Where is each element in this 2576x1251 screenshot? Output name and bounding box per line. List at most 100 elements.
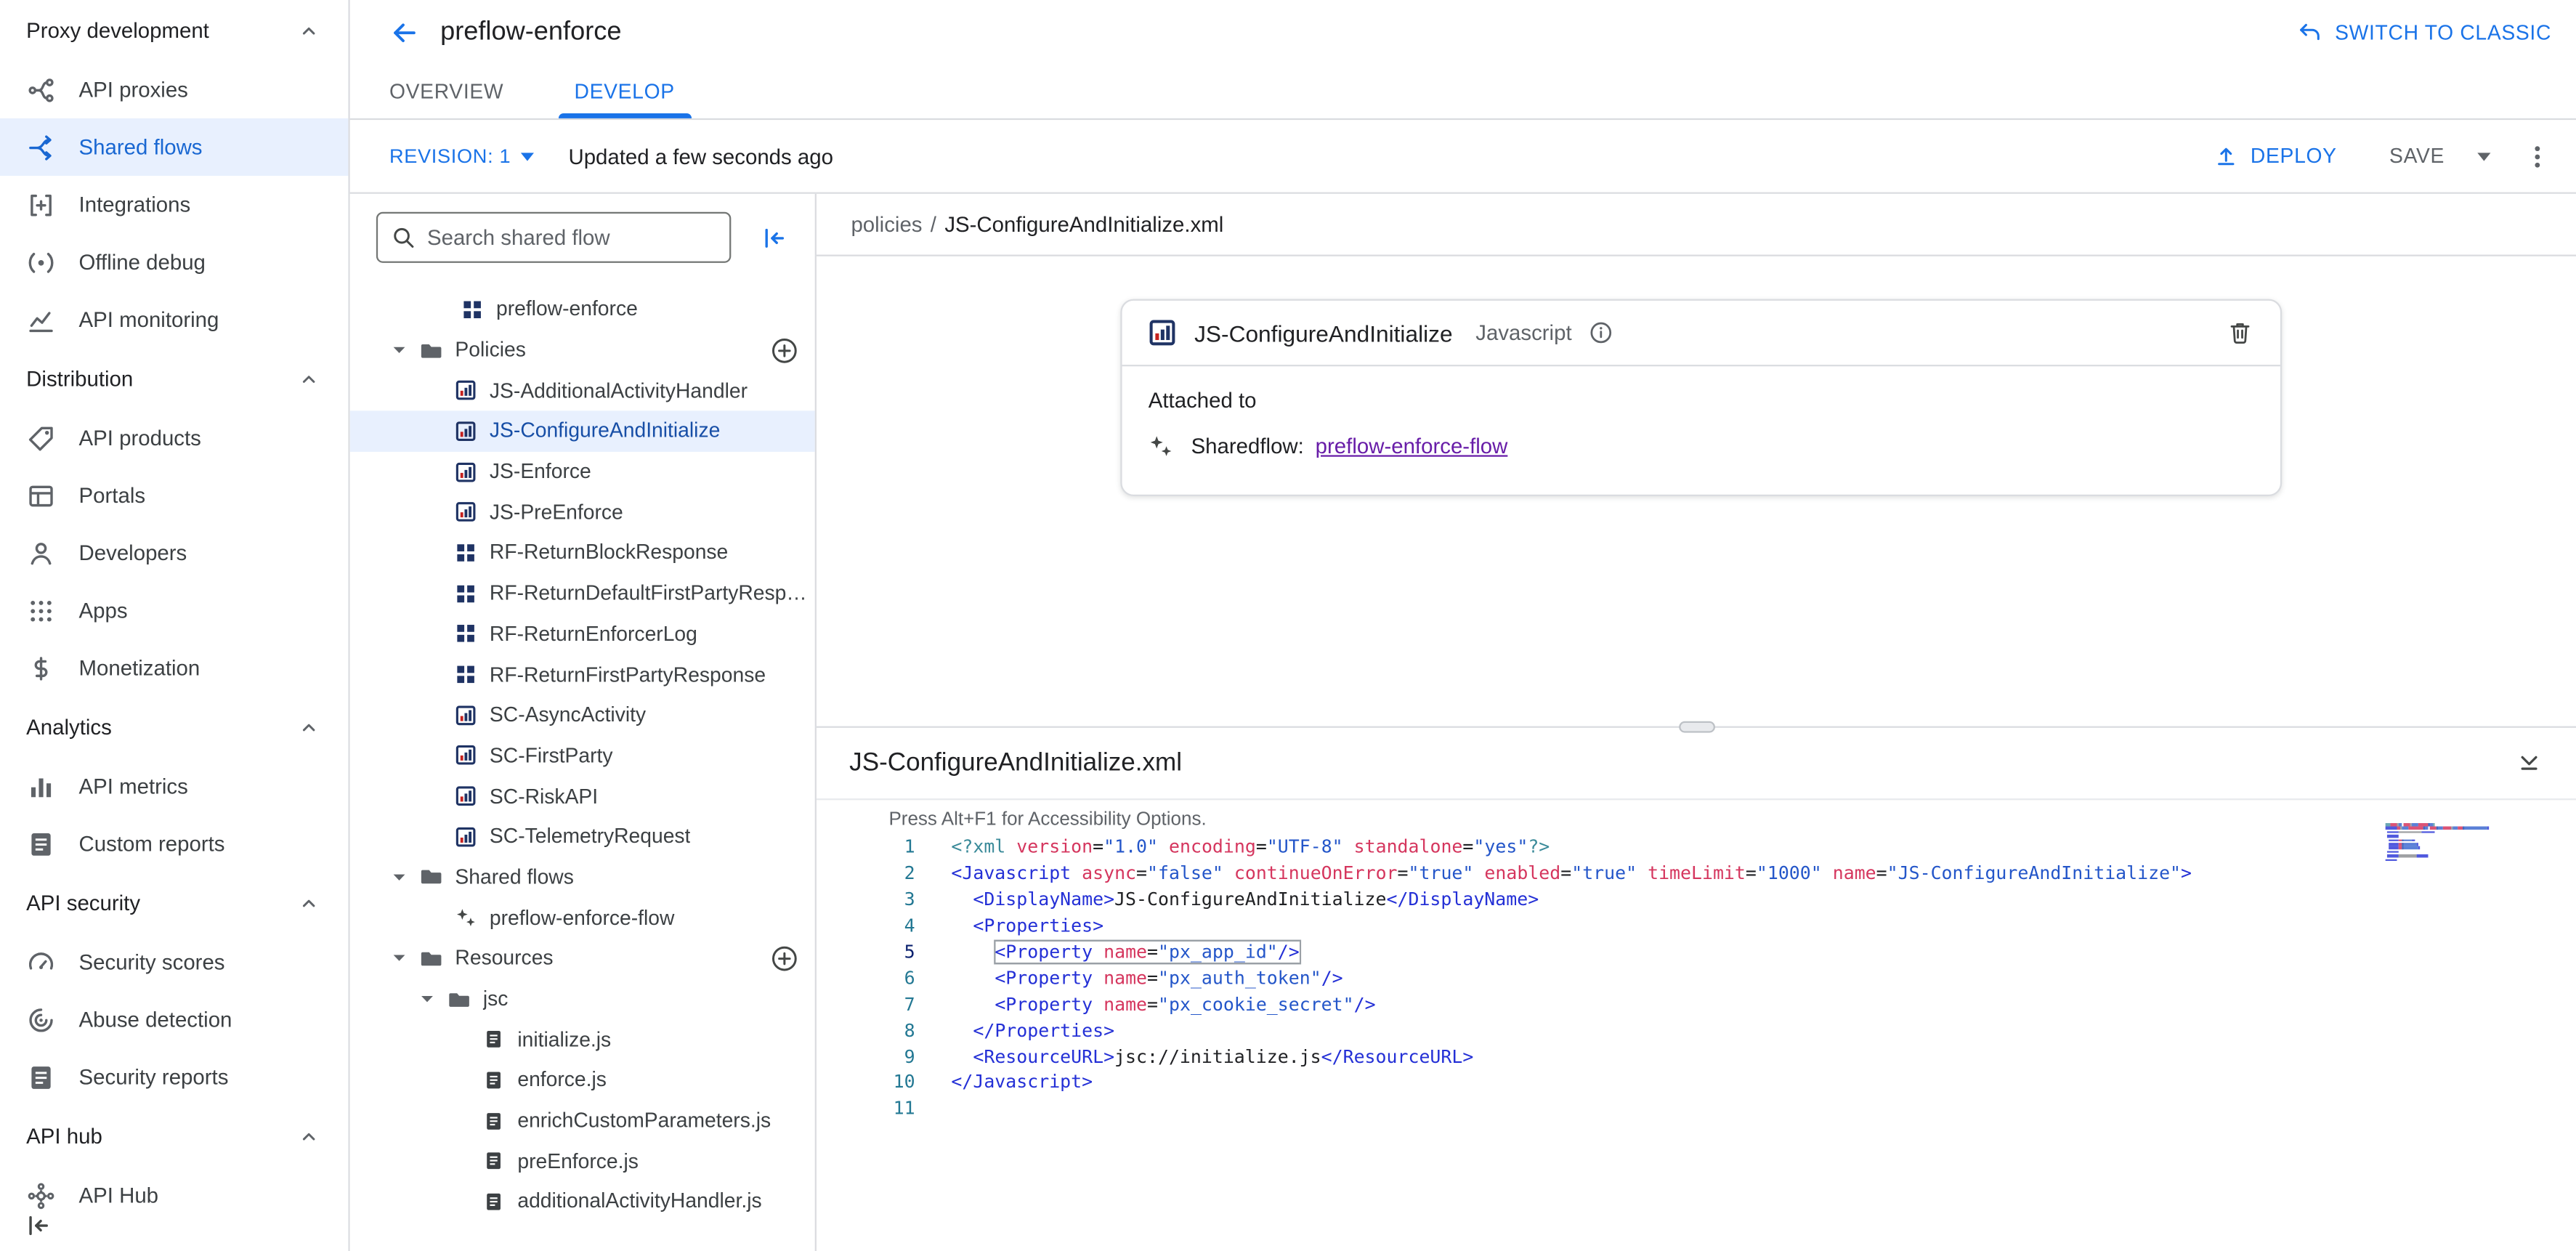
- policy-card-title: JS-ConfigureAndInitialize: [1194, 320, 1453, 346]
- delete-policy-button[interactable]: [2226, 319, 2253, 347]
- code-editor[interactable]: Press Alt+F1 for Accessibility Options. …: [817, 800, 2576, 1251]
- tree-item-sc-firstparty[interactable]: SC-FirstParty: [350, 735, 815, 776]
- code-line-1[interactable]: 1<?xml version="1.0" encoding="UTF-8" st…: [817, 835, 2576, 861]
- tree-item-preflow-enforce-flow[interactable]: preflow-enforce-flow: [350, 897, 815, 938]
- line-text: </Javascript>: [951, 1072, 1093, 1093]
- tree-item-label: initialize.js: [517, 1028, 611, 1051]
- tree-item-js-enforce[interactable]: JS-Enforce: [350, 451, 815, 492]
- code-line-4[interactable]: 4 <Properties>: [817, 913, 2576, 939]
- add-resources-button[interactable]: [771, 944, 798, 972]
- code-line-10[interactable]: 10</Javascript>: [817, 1069, 2576, 1096]
- tree-item-resources[interactable]: Resources: [350, 938, 815, 979]
- sidebar-item-portals[interactable]: Portals: [0, 466, 348, 524]
- tree-item-sc-telemetryrequest[interactable]: SC-TelemetryRequest: [350, 817, 815, 857]
- more-menu-button[interactable]: [2524, 143, 2550, 169]
- sharedflow-link[interactable]: preflow-enforce-flow: [1316, 434, 1508, 458]
- tree-item-rf-returnfirstpartyresponse[interactable]: RF-ReturnFirstPartyResponse: [350, 654, 815, 695]
- tree-item-preflow-enforce[interactable]: preflow-enforce: [350, 289, 815, 330]
- line-text: <?xml version="1.0" encoding="UTF-8" sta…: [951, 837, 1550, 858]
- tree-item-sc-asyncactivity[interactable]: SC-AsyncActivity: [350, 695, 815, 735]
- tree-item-js-additionalactivityhandler[interactable]: JS-AdditionalActivityHandler: [350, 371, 815, 411]
- tree-item-rf-returnenforcerlog[interactable]: RF-ReturnEnforcerLog: [350, 614, 815, 655]
- tree-item-initialize-js[interactable]: initialize.js: [350, 1019, 815, 1060]
- policy-icon: [455, 705, 476, 726]
- tree-item-jsc[interactable]: jsc: [350, 979, 815, 1019]
- sidebar-item-label: Security scores: [79, 950, 225, 974]
- tree-item-js-preenforce[interactable]: JS-PreEnforce: [350, 492, 815, 533]
- code-line-3[interactable]: 3 <DisplayName>JS-ConfigureAndInitialize…: [817, 887, 2576, 913]
- code-line-9[interactable]: 9 <ResourceURL>jsc://initialize.js</Reso…: [817, 1043, 2576, 1069]
- sidebar-item-abuse-detection[interactable]: Abuse detection: [0, 991, 348, 1048]
- sidebar-item-label: API proxies: [79, 77, 188, 102]
- collapse-explorer-button[interactable]: [759, 222, 789, 252]
- page-header: preflow-enforce SWITCH TO CLASSIC: [350, 0, 2576, 65]
- code-line-2[interactable]: 2<Javascript async="false" continueOnErr…: [817, 861, 2576, 887]
- policy-card-header: JS-ConfigureAndInitialize Javascript: [1122, 301, 2280, 366]
- tree-item-label: JS-AdditionalActivityHandler: [490, 379, 748, 402]
- nav-section-header-api-hub[interactable]: API hub: [0, 1106, 348, 1167]
- sidebar-item-security-reports[interactable]: Security reports: [0, 1048, 348, 1106]
- sidebar-item-api-products[interactable]: API products: [0, 409, 348, 466]
- nav-section-header-api-security[interactable]: API security: [0, 873, 348, 934]
- tree-item-label: SC-FirstParty: [490, 744, 613, 767]
- tab-develop[interactable]: DEVELOP: [558, 65, 692, 118]
- tree-item-sc-riskapi[interactable]: SC-RiskAPI: [350, 776, 815, 817]
- sidebar-item-api-monitoring[interactable]: API monitoring: [0, 291, 348, 348]
- collapse-sidebar-icon[interactable]: [23, 1210, 53, 1240]
- line-text: <ResourceURL>jsc://initialize.js</Resour…: [951, 1046, 1473, 1067]
- selection-highlight: <Property name="px_app_id"/>: [995, 942, 1299, 963]
- code-line-7[interactable]: 7 <Property name="px_cookie_secret"/>: [817, 991, 2576, 1017]
- nav-section-analytics: AnalyticsAPI metricsCustom reports: [0, 697, 348, 873]
- apps-icon: [26, 596, 56, 626]
- nav-section-header-distribution[interactable]: Distribution: [0, 348, 348, 409]
- code-line-5[interactable]: 5 <Property name="px_app_id"/>: [817, 939, 2576, 965]
- sidebar-item-apps[interactable]: Apps: [0, 582, 348, 639]
- collapse-editor-button[interactable]: [2515, 749, 2543, 777]
- tree-item-enforce-js[interactable]: enforce.js: [350, 1060, 815, 1101]
- left-nav: Proxy development API proxies Shared flows…: [0, 0, 350, 1251]
- tabs-row: OVERVIEW DEVELOP: [350, 65, 2576, 120]
- sidebar-item-shared-flows[interactable]: Shared flows: [0, 118, 348, 176]
- split-drag-handle[interactable]: [1678, 721, 1714, 733]
- sidebar-item-custom-reports[interactable]: Custom reports: [0, 815, 348, 873]
- code-line-8[interactable]: 8 </Properties>: [817, 1017, 2576, 1043]
- tree-item-additionalactivityhandler-js[interactable]: additionalActivityHandler.js: [350, 1181, 815, 1222]
- tree-item-shared-flows[interactable]: Shared flows: [350, 857, 815, 898]
- sidebar-item-security-scores[interactable]: Security scores: [0, 934, 348, 991]
- api-products-icon: [26, 423, 56, 453]
- minimap[interactable]: [2386, 823, 2498, 866]
- nav-section-header-analytics[interactable]: Analytics: [0, 697, 348, 758]
- tab-overview[interactable]: OVERVIEW: [373, 65, 520, 118]
- deploy-label: DEPLOY: [2251, 145, 2337, 168]
- sidebar-item-monetization[interactable]: Monetization: [0, 639, 348, 697]
- back-arrow-icon[interactable]: [389, 18, 419, 48]
- revision-selector[interactable]: REVISION: 1: [389, 145, 534, 168]
- sidebar-item-api-proxies[interactable]: API proxies: [0, 61, 348, 118]
- deploy-button[interactable]: DEPLOY: [2213, 143, 2337, 169]
- code-line-6[interactable]: 6 <Property name="px_auth_token"/>: [817, 965, 2576, 992]
- tree-item-enrichcustomparameters-js[interactable]: enrichCustomParameters.js: [350, 1101, 815, 1141]
- sidebar-item-offline-debug[interactable]: Offline debug: [0, 233, 348, 291]
- tree-item-js-configureandinitialize[interactable]: JS-ConfigureAndInitialize: [350, 411, 815, 452]
- sidebar-item-integrations[interactable]: Integrations: [0, 176, 348, 233]
- sidebar-item-developers[interactable]: Developers: [0, 524, 348, 581]
- tree-item-rf-returndefaultfirstpartyresponse[interactable]: RF-ReturnDefaultFirstPartyResponse: [350, 573, 815, 614]
- breadcrumb-section[interactable]: policies: [851, 212, 922, 237]
- search-box[interactable]: [376, 212, 731, 263]
- tree-item-preenforce-js[interactable]: preEnforce.js: [350, 1141, 815, 1181]
- sidebar-item-api-metrics[interactable]: API metrics: [0, 758, 348, 815]
- grid-icon: [455, 542, 476, 563]
- tree-item-rf-returnblockresponse[interactable]: RF-ReturnBlockResponse: [350, 533, 815, 573]
- switch-to-classic-button[interactable]: SWITCH TO CLASSIC: [2297, 20, 2551, 46]
- search-input[interactable]: [427, 225, 716, 250]
- undo-arrow-icon: [2297, 20, 2323, 46]
- sidebar-item-label: Monetization: [79, 655, 201, 680]
- add-policies-button[interactable]: [771, 336, 798, 364]
- save-dropdown-button[interactable]: [2477, 152, 2490, 160]
- code-line-11[interactable]: 11: [817, 1096, 2576, 1122]
- tree-item-policies[interactable]: Policies: [350, 330, 815, 371]
- save-button[interactable]: SAVE: [2389, 145, 2445, 168]
- nav-section-header-proxy-development[interactable]: Proxy development: [0, 0, 348, 61]
- policy-card-type: Javascript: [1475, 320, 1571, 345]
- info-icon[interactable]: [1588, 320, 1613, 345]
